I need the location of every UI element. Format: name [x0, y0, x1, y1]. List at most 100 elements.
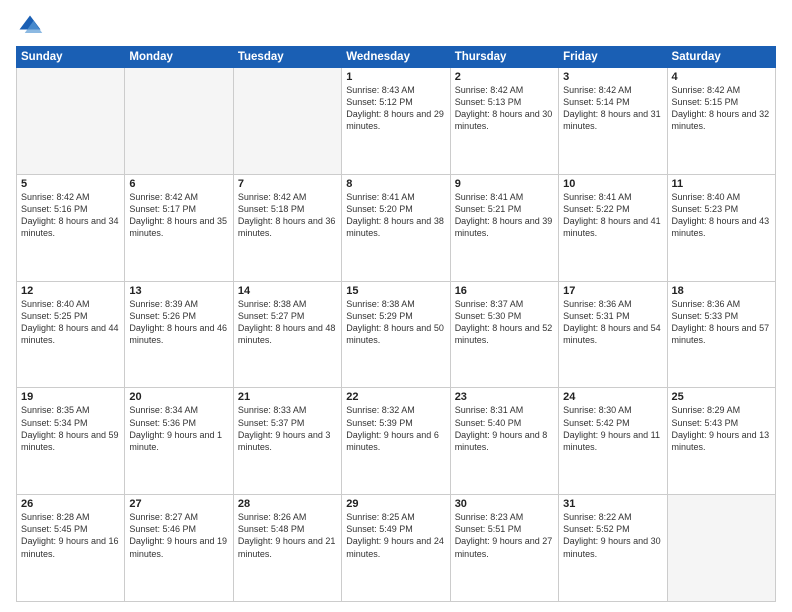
day-number: 21 [238, 391, 337, 403]
day-number: 31 [563, 498, 662, 510]
day-cell: 26Sunrise: 8:28 AM Sunset: 5:45 PM Dayli… [17, 495, 125, 602]
day-number: 16 [455, 285, 554, 297]
day-info: Sunrise: 8:38 AM Sunset: 5:29 PM Dayligh… [346, 298, 445, 347]
header-row: SundayMondayTuesdayWednesdayThursdayFrid… [17, 47, 776, 68]
day-cell: 12Sunrise: 8:40 AM Sunset: 5:25 PM Dayli… [17, 281, 125, 388]
day-info: Sunrise: 8:40 AM Sunset: 5:25 PM Dayligh… [21, 298, 120, 347]
day-info: Sunrise: 8:42 AM Sunset: 5:15 PM Dayligh… [672, 84, 771, 133]
logo-icon [16, 12, 44, 40]
logo [16, 12, 46, 40]
day-cell: 18Sunrise: 8:36 AM Sunset: 5:33 PM Dayli… [667, 281, 775, 388]
day-number: 28 [238, 498, 337, 510]
day-number: 7 [238, 178, 337, 190]
day-number: 27 [129, 498, 228, 510]
day-header: Thursday [450, 47, 558, 68]
day-number: 6 [129, 178, 228, 190]
day-info: Sunrise: 8:38 AM Sunset: 5:27 PM Dayligh… [238, 298, 337, 347]
day-header: Sunday [17, 47, 125, 68]
day-info: Sunrise: 8:29 AM Sunset: 5:43 PM Dayligh… [672, 404, 771, 453]
day-info: Sunrise: 8:37 AM Sunset: 5:30 PM Dayligh… [455, 298, 554, 347]
calendar: SundayMondayTuesdayWednesdayThursdayFrid… [16, 46, 776, 602]
day-info: Sunrise: 8:41 AM Sunset: 5:21 PM Dayligh… [455, 191, 554, 240]
day-info: Sunrise: 8:36 AM Sunset: 5:33 PM Dayligh… [672, 298, 771, 347]
day-number: 13 [129, 285, 228, 297]
day-number: 24 [563, 391, 662, 403]
day-cell: 8Sunrise: 8:41 AM Sunset: 5:20 PM Daylig… [342, 174, 450, 281]
day-info: Sunrise: 8:31 AM Sunset: 5:40 PM Dayligh… [455, 404, 554, 453]
day-cell: 6Sunrise: 8:42 AM Sunset: 5:17 PM Daylig… [125, 174, 233, 281]
day-cell: 3Sunrise: 8:42 AM Sunset: 5:14 PM Daylig… [559, 68, 667, 175]
week-row: 1Sunrise: 8:43 AM Sunset: 5:12 PM Daylig… [17, 68, 776, 175]
day-number: 11 [672, 178, 771, 190]
day-cell: 19Sunrise: 8:35 AM Sunset: 5:34 PM Dayli… [17, 388, 125, 495]
day-number: 12 [21, 285, 120, 297]
day-cell: 29Sunrise: 8:25 AM Sunset: 5:49 PM Dayli… [342, 495, 450, 602]
week-row: 26Sunrise: 8:28 AM Sunset: 5:45 PM Dayli… [17, 495, 776, 602]
day-number: 5 [21, 178, 120, 190]
day-number: 9 [455, 178, 554, 190]
day-number: 20 [129, 391, 228, 403]
day-cell: 4Sunrise: 8:42 AM Sunset: 5:15 PM Daylig… [667, 68, 775, 175]
day-cell: 22Sunrise: 8:32 AM Sunset: 5:39 PM Dayli… [342, 388, 450, 495]
week-row: 5Sunrise: 8:42 AM Sunset: 5:16 PM Daylig… [17, 174, 776, 281]
day-info: Sunrise: 8:34 AM Sunset: 5:36 PM Dayligh… [129, 404, 228, 453]
day-cell: 1Sunrise: 8:43 AM Sunset: 5:12 PM Daylig… [342, 68, 450, 175]
day-cell: 28Sunrise: 8:26 AM Sunset: 5:48 PM Dayli… [233, 495, 341, 602]
day-cell [233, 68, 341, 175]
day-cell: 30Sunrise: 8:23 AM Sunset: 5:51 PM Dayli… [450, 495, 558, 602]
day-info: Sunrise: 8:36 AM Sunset: 5:31 PM Dayligh… [563, 298, 662, 347]
day-info: Sunrise: 8:22 AM Sunset: 5:52 PM Dayligh… [563, 511, 662, 560]
day-cell: 2Sunrise: 8:42 AM Sunset: 5:13 PM Daylig… [450, 68, 558, 175]
day-number: 19 [21, 391, 120, 403]
day-info: Sunrise: 8:42 AM Sunset: 5:13 PM Dayligh… [455, 84, 554, 133]
day-info: Sunrise: 8:30 AM Sunset: 5:42 PM Dayligh… [563, 404, 662, 453]
day-number: 30 [455, 498, 554, 510]
day-info: Sunrise: 8:41 AM Sunset: 5:20 PM Dayligh… [346, 191, 445, 240]
day-cell: 5Sunrise: 8:42 AM Sunset: 5:16 PM Daylig… [17, 174, 125, 281]
day-number: 15 [346, 285, 445, 297]
day-cell: 27Sunrise: 8:27 AM Sunset: 5:46 PM Dayli… [125, 495, 233, 602]
day-number: 17 [563, 285, 662, 297]
day-cell: 10Sunrise: 8:41 AM Sunset: 5:22 PM Dayli… [559, 174, 667, 281]
day-number: 26 [21, 498, 120, 510]
day-cell: 24Sunrise: 8:30 AM Sunset: 5:42 PM Dayli… [559, 388, 667, 495]
day-number: 8 [346, 178, 445, 190]
day-header: Saturday [667, 47, 775, 68]
day-cell: 21Sunrise: 8:33 AM Sunset: 5:37 PM Dayli… [233, 388, 341, 495]
day-cell: 13Sunrise: 8:39 AM Sunset: 5:26 PM Dayli… [125, 281, 233, 388]
day-info: Sunrise: 8:26 AM Sunset: 5:48 PM Dayligh… [238, 511, 337, 560]
day-number: 22 [346, 391, 445, 403]
day-number: 4 [672, 71, 771, 83]
header [16, 12, 776, 40]
day-cell: 16Sunrise: 8:37 AM Sunset: 5:30 PM Dayli… [450, 281, 558, 388]
day-cell: 11Sunrise: 8:40 AM Sunset: 5:23 PM Dayli… [667, 174, 775, 281]
day-cell: 14Sunrise: 8:38 AM Sunset: 5:27 PM Dayli… [233, 281, 341, 388]
day-cell [667, 495, 775, 602]
day-cell: 7Sunrise: 8:42 AM Sunset: 5:18 PM Daylig… [233, 174, 341, 281]
day-number: 18 [672, 285, 771, 297]
day-number: 10 [563, 178, 662, 190]
day-info: Sunrise: 8:42 AM Sunset: 5:14 PM Dayligh… [563, 84, 662, 133]
day-cell: 15Sunrise: 8:38 AM Sunset: 5:29 PM Dayli… [342, 281, 450, 388]
day-info: Sunrise: 8:33 AM Sunset: 5:37 PM Dayligh… [238, 404, 337, 453]
page: SundayMondayTuesdayWednesdayThursdayFrid… [0, 0, 792, 612]
day-info: Sunrise: 8:32 AM Sunset: 5:39 PM Dayligh… [346, 404, 445, 453]
day-info: Sunrise: 8:42 AM Sunset: 5:17 PM Dayligh… [129, 191, 228, 240]
day-header: Wednesday [342, 47, 450, 68]
day-header: Friday [559, 47, 667, 68]
day-number: 29 [346, 498, 445, 510]
week-row: 12Sunrise: 8:40 AM Sunset: 5:25 PM Dayli… [17, 281, 776, 388]
day-info: Sunrise: 8:42 AM Sunset: 5:18 PM Dayligh… [238, 191, 337, 240]
day-cell [17, 68, 125, 175]
day-cell: 31Sunrise: 8:22 AM Sunset: 5:52 PM Dayli… [559, 495, 667, 602]
day-cell: 23Sunrise: 8:31 AM Sunset: 5:40 PM Dayli… [450, 388, 558, 495]
day-info: Sunrise: 8:28 AM Sunset: 5:45 PM Dayligh… [21, 511, 120, 560]
day-info: Sunrise: 8:40 AM Sunset: 5:23 PM Dayligh… [672, 191, 771, 240]
day-number: 25 [672, 391, 771, 403]
day-info: Sunrise: 8:41 AM Sunset: 5:22 PM Dayligh… [563, 191, 662, 240]
day-info: Sunrise: 8:42 AM Sunset: 5:16 PM Dayligh… [21, 191, 120, 240]
day-header: Tuesday [233, 47, 341, 68]
week-row: 19Sunrise: 8:35 AM Sunset: 5:34 PM Dayli… [17, 388, 776, 495]
day-number: 14 [238, 285, 337, 297]
day-header: Monday [125, 47, 233, 68]
